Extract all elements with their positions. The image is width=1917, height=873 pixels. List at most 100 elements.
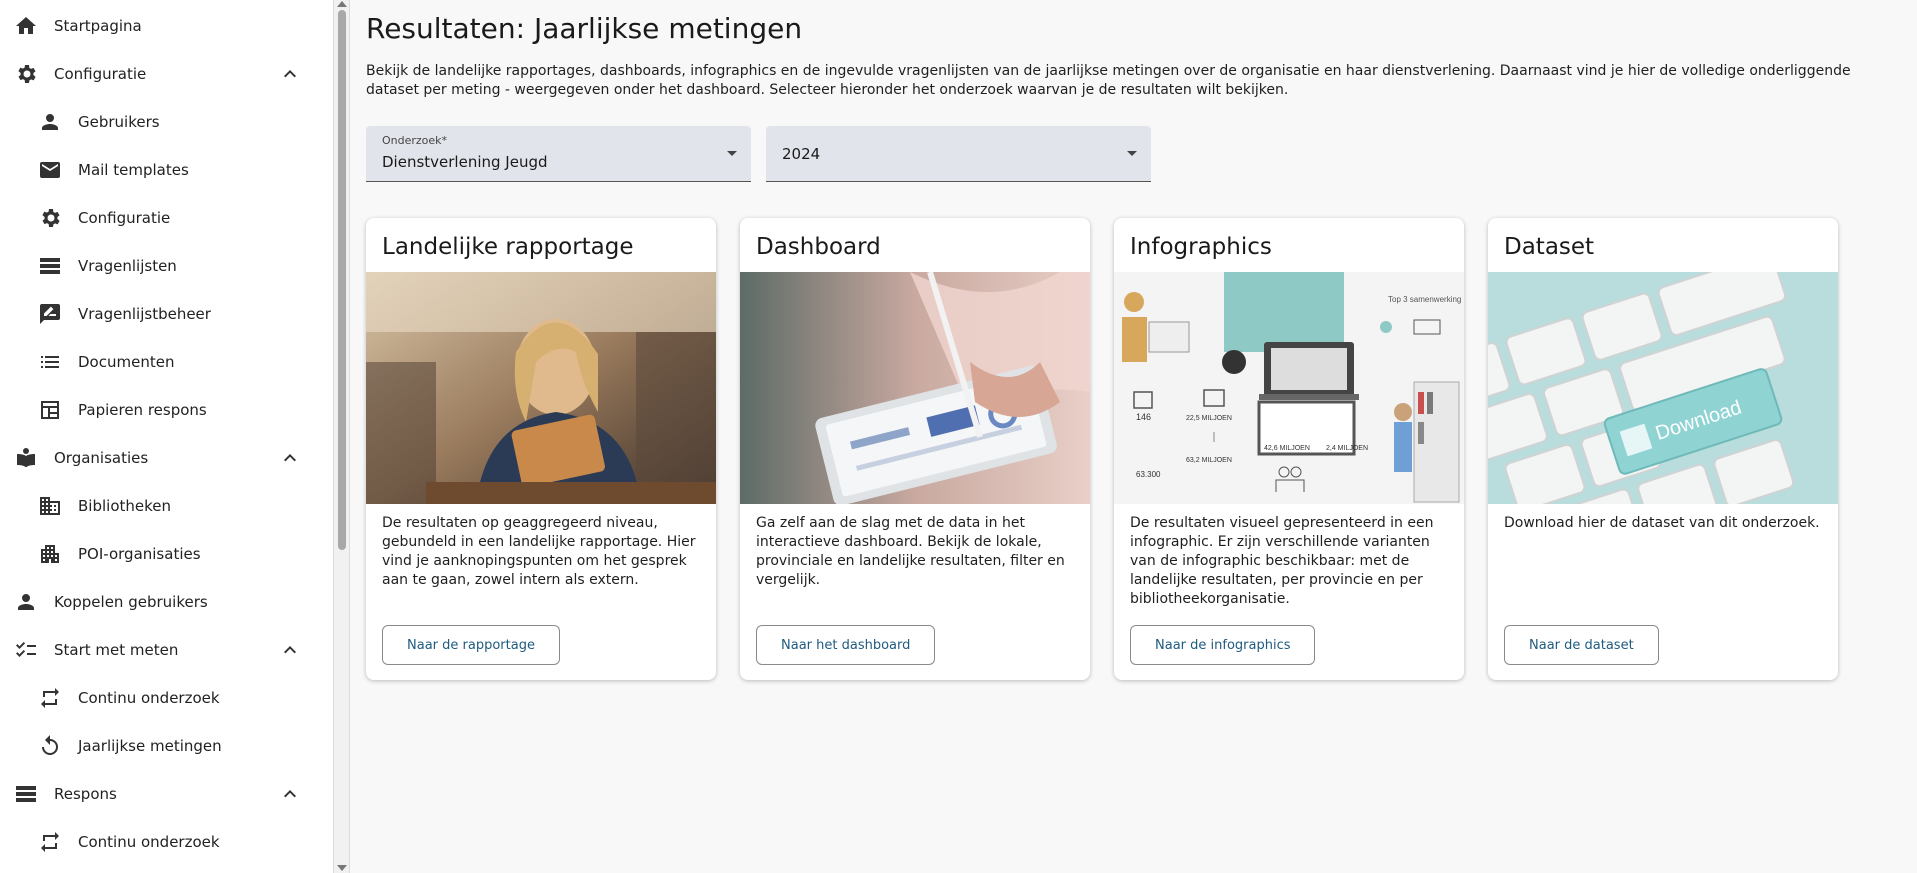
sidebar-item-label: Gebruikers bbox=[78, 113, 160, 131]
sidebar-item-label: Mail templates bbox=[78, 161, 189, 179]
book-reader-icon bbox=[14, 446, 38, 470]
card-description: De resultaten visueel gepresenteerd in e… bbox=[1130, 515, 1434, 607]
sidebar-item-label: Respons bbox=[54, 785, 117, 803]
card-infographics: Infographics Top 3 samenwerking 146 22,5… bbox=[1114, 218, 1464, 680]
card-title: Dataset bbox=[1504, 234, 1595, 260]
card-title: Infographics bbox=[1130, 234, 1272, 260]
chevron-up-icon[interactable] bbox=[278, 446, 302, 470]
repeat-icon bbox=[38, 686, 62, 710]
sidebar-item-label: Organisaties bbox=[54, 449, 149, 467]
chevron-up-icon[interactable] bbox=[278, 782, 302, 806]
rate-review-icon bbox=[38, 302, 62, 326]
onderzoek-select-label: Onderzoek* bbox=[382, 134, 448, 147]
sidebar-item-label: Startpagina bbox=[54, 17, 142, 35]
sidebar-item-gebruikers[interactable]: Gebruikers bbox=[0, 98, 320, 146]
list-storage-icon bbox=[14, 782, 38, 806]
sidebar-item-label: Start met meten bbox=[54, 641, 179, 659]
card-image-woman-with-tablet bbox=[366, 272, 716, 504]
sidebar-group-organisaties[interactable]: Organisaties bbox=[0, 434, 320, 482]
sidebar-item-respons-continu-onderzoek[interactable]: Continu onderzoek bbox=[0, 818, 320, 866]
sidebar-item-label: POI-organisaties bbox=[78, 545, 201, 563]
card-image-infographic: Top 3 samenwerking 146 22,5 MILJOEN 42,6… bbox=[1114, 272, 1464, 504]
card-image-tablet-with-stylus bbox=[740, 272, 1090, 504]
naar-de-rapportage-button[interactable]: Naar de rapportage bbox=[382, 625, 560, 665]
person-icon bbox=[38, 110, 62, 134]
card-title: Dashboard bbox=[756, 234, 881, 260]
infographic-top3-text: Top 3 samenwerking bbox=[1388, 295, 1461, 304]
card-image-keyboard-download: Download bbox=[1488, 272, 1838, 504]
infographic-632-text: 63,2 MILJOEN bbox=[1186, 457, 1232, 464]
infographic-24-text: 2,4 MILJOEN bbox=[1326, 445, 1368, 452]
sidebar-item-papieren-respons[interactable]: Papieren respons bbox=[0, 386, 320, 434]
dropdown-arrow-icon bbox=[727, 151, 737, 156]
scroll-up-arrow[interactable] bbox=[337, 1, 347, 7]
sidebar-item-label: Configuratie bbox=[78, 209, 171, 227]
apartment-icon bbox=[38, 542, 62, 566]
person-icon bbox=[14, 590, 38, 614]
sidebar-item-startpagina[interactable]: Startpagina bbox=[0, 2, 320, 50]
sidebar-item-label: Vragenlijstbeheer bbox=[78, 305, 211, 323]
onderzoek-select-value: Dienstverlening Jeugd bbox=[382, 153, 548, 171]
sidebar-item-configuratie-sub[interactable]: Configuratie bbox=[0, 194, 320, 242]
card-description: De resultaten op geaggregeerd niveau, ge… bbox=[382, 515, 696, 588]
sidebar-item-bibliotheken[interactable]: Bibliotheken bbox=[0, 482, 320, 530]
sidebar-item-label: Configuratie bbox=[54, 65, 147, 83]
sidebar-item-label: Papieren respons bbox=[78, 401, 207, 419]
card-dataset: Dataset Download Download hier de datase… bbox=[1488, 218, 1838, 680]
home-icon bbox=[14, 14, 38, 38]
jaar-select[interactable]: 2024 bbox=[766, 126, 1151, 182]
infographic-63300-text: 63.300 bbox=[1136, 470, 1161, 479]
gear-icon bbox=[38, 206, 62, 230]
sidebar-item-label: Documenten bbox=[78, 353, 175, 371]
sidebar-item-koppelen-gebruikers[interactable]: Koppelen gebruikers bbox=[0, 578, 320, 626]
history-icon bbox=[38, 734, 62, 758]
sidebar-item-documenten[interactable]: Documenten bbox=[0, 338, 320, 386]
sidebar-item-vragenlijstbeheer[interactable]: Vragenlijstbeheer bbox=[0, 290, 320, 338]
naar-de-infographics-button[interactable]: Naar de infographics bbox=[1130, 625, 1316, 665]
sidebar-item-label: Jaarlijkse metingen bbox=[78, 737, 222, 755]
infographic-426-text: 42,6 MILJOEN bbox=[1264, 445, 1310, 452]
sidebar-group-start-met-meten[interactable]: Start met meten bbox=[0, 626, 320, 674]
sidebar-item-vragenlijsten[interactable]: Vragenlijsten bbox=[0, 242, 320, 290]
naar-het-dashboard-button[interactable]: Naar het dashboard bbox=[756, 625, 936, 665]
sidebar-item-jaarlijkse-metingen[interactable]: Jaarlijkse metingen bbox=[0, 722, 320, 770]
card-description: Ga zelf aan de slag met de data in het i… bbox=[756, 515, 1065, 588]
scrollbar-thumb[interactable] bbox=[338, 10, 346, 550]
sidebar-item-poi-organisaties[interactable]: POI-organisaties bbox=[0, 530, 320, 578]
infographic-225-text: 22,5 MILJOEN bbox=[1186, 415, 1232, 422]
sidebar-item-mail-templates[interactable]: Mail templates bbox=[0, 146, 320, 194]
chevron-up-icon[interactable] bbox=[278, 638, 302, 662]
sidebar-scrollbar[interactable] bbox=[334, 0, 350, 873]
card-title: Landelijke rapportage bbox=[382, 234, 634, 260]
checklist-icon bbox=[14, 638, 38, 662]
card-description: Download hier de dataset van dit onderzo… bbox=[1504, 515, 1820, 531]
sidebar-group-respons[interactable]: Respons bbox=[0, 770, 320, 818]
page-intro: Bekijk de landelijke rapportages, dashbo… bbox=[366, 63, 1851, 98]
gear-icon bbox=[14, 62, 38, 86]
jaar-select-value: 2024 bbox=[782, 145, 821, 163]
table-icon bbox=[38, 398, 62, 422]
sidebar-item-label: Continu onderzoek bbox=[78, 689, 220, 707]
sidebar-nav: Startpagina Configuratie Gebruikers Mail… bbox=[0, 0, 334, 873]
domain-icon bbox=[38, 494, 62, 518]
sidebar-item-continu-onderzoek[interactable]: Continu onderzoek bbox=[0, 674, 320, 722]
mail-icon bbox=[38, 158, 62, 182]
infographic-146-text: 146 bbox=[1136, 412, 1151, 422]
dropdown-arrow-icon bbox=[1127, 151, 1137, 156]
sidebar-group-configuratie[interactable]: Configuratie bbox=[0, 50, 320, 98]
naar-de-dataset-button[interactable]: Naar de dataset bbox=[1504, 625, 1659, 665]
list-icon bbox=[38, 350, 62, 374]
card-dashboard: Dashboard Ga zelf aan de slag met de dat… bbox=[740, 218, 1090, 680]
scroll-down-arrow[interactable] bbox=[337, 865, 347, 871]
main-content: Resultaten: Jaarlijkse metingen Bekijk d… bbox=[350, 0, 1917, 873]
chevron-up-icon[interactable] bbox=[278, 62, 302, 86]
sidebar-item-label: Vragenlijsten bbox=[78, 257, 177, 275]
onderzoek-select[interactable]: Onderzoek* Dienstverlening Jeugd bbox=[366, 126, 751, 182]
sidebar-item-label: Bibliotheken bbox=[78, 497, 171, 515]
card-landelijke-rapportage: Landelijke rapportage De resultaten op g… bbox=[366, 218, 716, 680]
page-title: Resultaten: Jaarlijkse metingen bbox=[366, 12, 803, 45]
sidebar-item-label: Koppelen gebruikers bbox=[54, 593, 208, 611]
sidebar-item-label: Continu onderzoek bbox=[78, 833, 220, 851]
repeat-icon bbox=[38, 830, 62, 854]
list-storage-icon bbox=[38, 254, 62, 278]
